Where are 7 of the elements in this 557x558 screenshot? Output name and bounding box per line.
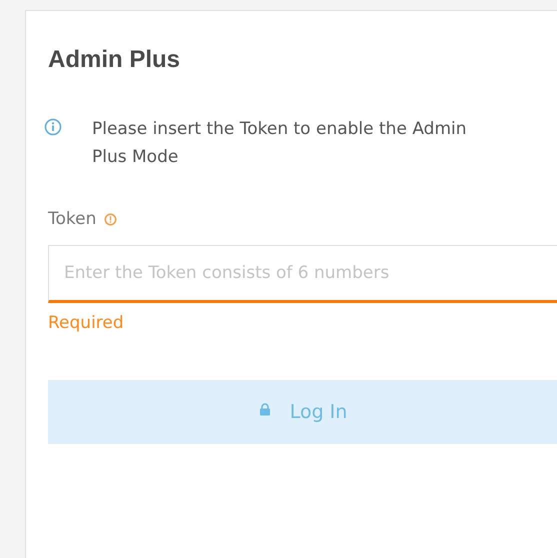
field-label: Token bbox=[48, 209, 96, 229]
token-input-field[interactable]: Enter the Token consists of 6 numbers bbox=[48, 245, 557, 303]
info-icon bbox=[44, 118, 62, 136]
error-message: Required bbox=[48, 313, 125, 333]
info-message: Please insert the Token to enable the Admin Plus Mode bbox=[92, 118, 468, 169]
dialog-title: Admin Plus bbox=[48, 45, 182, 75]
lock-icon bbox=[258, 402, 272, 416]
